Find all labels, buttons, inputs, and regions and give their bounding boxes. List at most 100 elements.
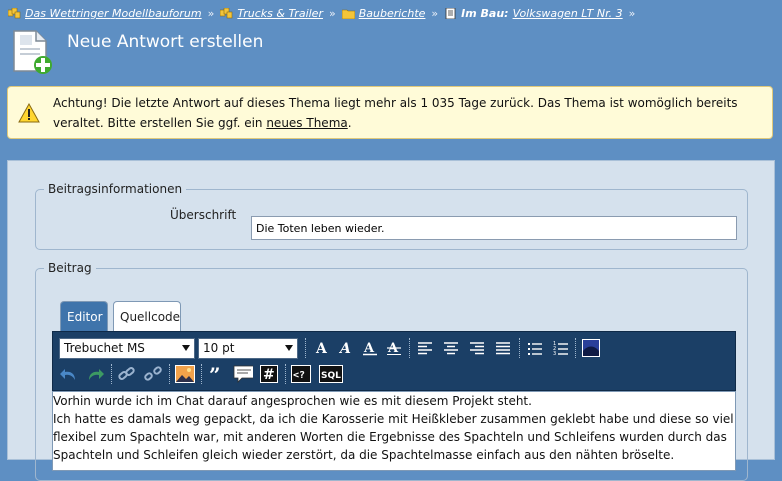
speech-bubble-icon xyxy=(233,365,253,383)
numbered-list-button[interactable]: 123 xyxy=(551,338,571,358)
underline-button[interactable]: A xyxy=(360,338,380,358)
breadcrumb-item-1: Trucks & Trailer xyxy=(237,6,323,20)
sql-icon: SQL xyxy=(319,365,343,383)
tab-editor[interactable]: Editor xyxy=(60,301,108,331)
bold-button[interactable]: A xyxy=(312,338,332,358)
post-fieldset: Beitrag Editor Quellcode Trebuchet MS 10… xyxy=(35,261,748,481)
warning-line-2-end: . xyxy=(347,116,352,130)
reply-form-panel: Beitragsinformationen Überschrift Beitra… xyxy=(7,160,775,481)
toolbar-separator xyxy=(305,338,307,358)
svg-text:<?: <? xyxy=(293,370,305,381)
bulleted-list-icon xyxy=(528,343,542,355)
speech-bubble-button[interactable] xyxy=(233,364,253,384)
breadcrumb-forum-home[interactable]: Das Wettringer Modellbauforum xyxy=(8,7,202,20)
page-title: Neue Antwort erstellen xyxy=(67,32,264,52)
code-button[interactable]: <? xyxy=(291,364,311,384)
new-thread-link[interactable]: neues Thema xyxy=(266,116,347,130)
editor-toolbar: Trebuchet MS 10 pt A A A A 123 ” # <? SQ… xyxy=(52,331,736,391)
color-swatch-icon xyxy=(582,339,600,357)
italic-icon: A xyxy=(338,341,351,356)
toolbar-separator xyxy=(201,364,203,384)
breadcrumb-separator: » xyxy=(207,6,215,20)
align-right-button[interactable] xyxy=(467,338,487,358)
align-right-icon xyxy=(470,342,484,355)
editor-text-area[interactable]: Vorhin wurde ich im Chat darauf angespro… xyxy=(52,391,736,471)
toolbar-separator xyxy=(169,364,171,384)
new-reply-icon xyxy=(13,30,52,74)
editor-line: flexibel zum Spachteln war, mit anderen … xyxy=(53,430,727,444)
folder-icon xyxy=(341,9,355,19)
undo-icon xyxy=(60,369,75,380)
subject-label: Überschrift xyxy=(170,208,237,222)
breadcrumb-item-2: Bauberichte xyxy=(358,6,426,20)
quote-button[interactable]: ” xyxy=(207,364,227,384)
warning-text: Achtung! Die letzte Antwort auf dieses T… xyxy=(53,93,753,133)
align-justify-icon xyxy=(496,342,510,355)
toolbar-separator xyxy=(519,338,521,358)
breadcrumb-current-prefix: Im Bau: xyxy=(461,6,509,20)
italic-button[interactable]: A xyxy=(336,338,356,358)
warning-line-2: veraltet. Bitte erstellen Sie ggf. ein n… xyxy=(53,113,753,133)
align-center-button[interactable] xyxy=(441,338,461,358)
redo-icon xyxy=(89,369,104,380)
svg-text:”: ” xyxy=(209,366,221,382)
sql-button[interactable]: SQL xyxy=(319,364,343,384)
chevron-down-icon xyxy=(285,345,293,351)
svg-text:#: # xyxy=(263,367,275,383)
toolbar-separator xyxy=(111,364,113,384)
breadcrumb-current-thread: Im Bau: Volkswagen LT Nr. 3 xyxy=(444,6,623,20)
align-justify-button[interactable] xyxy=(493,338,513,358)
post-info-fieldset: Beitragsinformationen Überschrift xyxy=(35,182,748,250)
svg-text:A: A xyxy=(315,341,328,356)
bulleted-list-button[interactable] xyxy=(525,338,545,358)
warning-line-2-text: veraltet. Bitte erstellen Sie ggf. ein xyxy=(53,116,267,130)
insert-image-button[interactable] xyxy=(175,364,195,384)
font-size-select[interactable]: 10 pt xyxy=(198,338,298,359)
unlink-icon xyxy=(144,366,162,381)
post-info-legend: Beitragsinformationen xyxy=(48,182,183,196)
toolbar-separator xyxy=(409,338,411,358)
editor-line: Ich hatte es damals weg gepackt, da ich … xyxy=(53,412,736,426)
breadcrumb-current-link[interactable]: Volkswagen LT Nr. 3 xyxy=(513,7,623,20)
chevron-down-icon xyxy=(182,345,190,351)
undo-button[interactable] xyxy=(59,364,79,384)
align-center-icon xyxy=(444,342,458,355)
post-legend: Beitrag xyxy=(48,261,92,275)
subject-input[interactable] xyxy=(251,216,737,240)
toolbar-separator xyxy=(285,364,287,384)
strikethrough-icon: A xyxy=(387,341,401,356)
warning-notice: Achtung! Die letzte Antwort auf dieses T… xyxy=(7,86,773,139)
breadcrumb-trucks[interactable]: Trucks & Trailer xyxy=(220,7,323,20)
font-family-value: Trebuchet MS xyxy=(64,341,145,355)
image-icon xyxy=(175,365,195,383)
svg-text:SQL: SQL xyxy=(321,371,341,381)
insert-link-button[interactable] xyxy=(117,364,137,384)
align-left-button[interactable] xyxy=(415,338,435,358)
forum-icon xyxy=(8,7,21,18)
category-icon xyxy=(220,7,233,18)
thread-icon xyxy=(445,7,456,19)
editor-line: Vorhin wurde ich im Chat darauf angespro… xyxy=(53,394,532,408)
code-icon: <? xyxy=(291,365,311,383)
hashtag-button[interactable]: # xyxy=(259,364,279,384)
hashtag-icon: # xyxy=(260,365,278,383)
link-icon xyxy=(118,367,135,380)
warning-line-1: Achtung! Die letzte Antwort auf dieses T… xyxy=(53,96,738,110)
breadcrumb-item-0: Das Wettringer Modellbauforum xyxy=(25,6,202,20)
breadcrumb: Das Wettringer Modellbauforum » Trucks &… xyxy=(8,5,641,21)
text-color-button[interactable] xyxy=(581,338,601,358)
strikethrough-button[interactable]: A xyxy=(384,338,404,358)
tab-source-code[interactable]: Quellcode xyxy=(113,301,181,331)
warning-icon xyxy=(18,103,40,123)
numbered-list-icon: 123 xyxy=(553,341,568,355)
remove-link-button[interactable] xyxy=(143,364,163,384)
redo-button[interactable] xyxy=(85,364,105,384)
font-family-select[interactable]: Trebuchet MS xyxy=(59,338,195,359)
toolbar-separator xyxy=(575,338,577,358)
align-left-icon xyxy=(418,342,432,355)
breadcrumb-separator: » xyxy=(431,6,439,20)
bold-icon: A xyxy=(315,341,328,356)
font-size-value: 10 pt xyxy=(203,341,235,355)
breadcrumb-bauberichte[interactable]: Bauberichte xyxy=(341,6,426,20)
underline-icon: A xyxy=(363,341,377,356)
